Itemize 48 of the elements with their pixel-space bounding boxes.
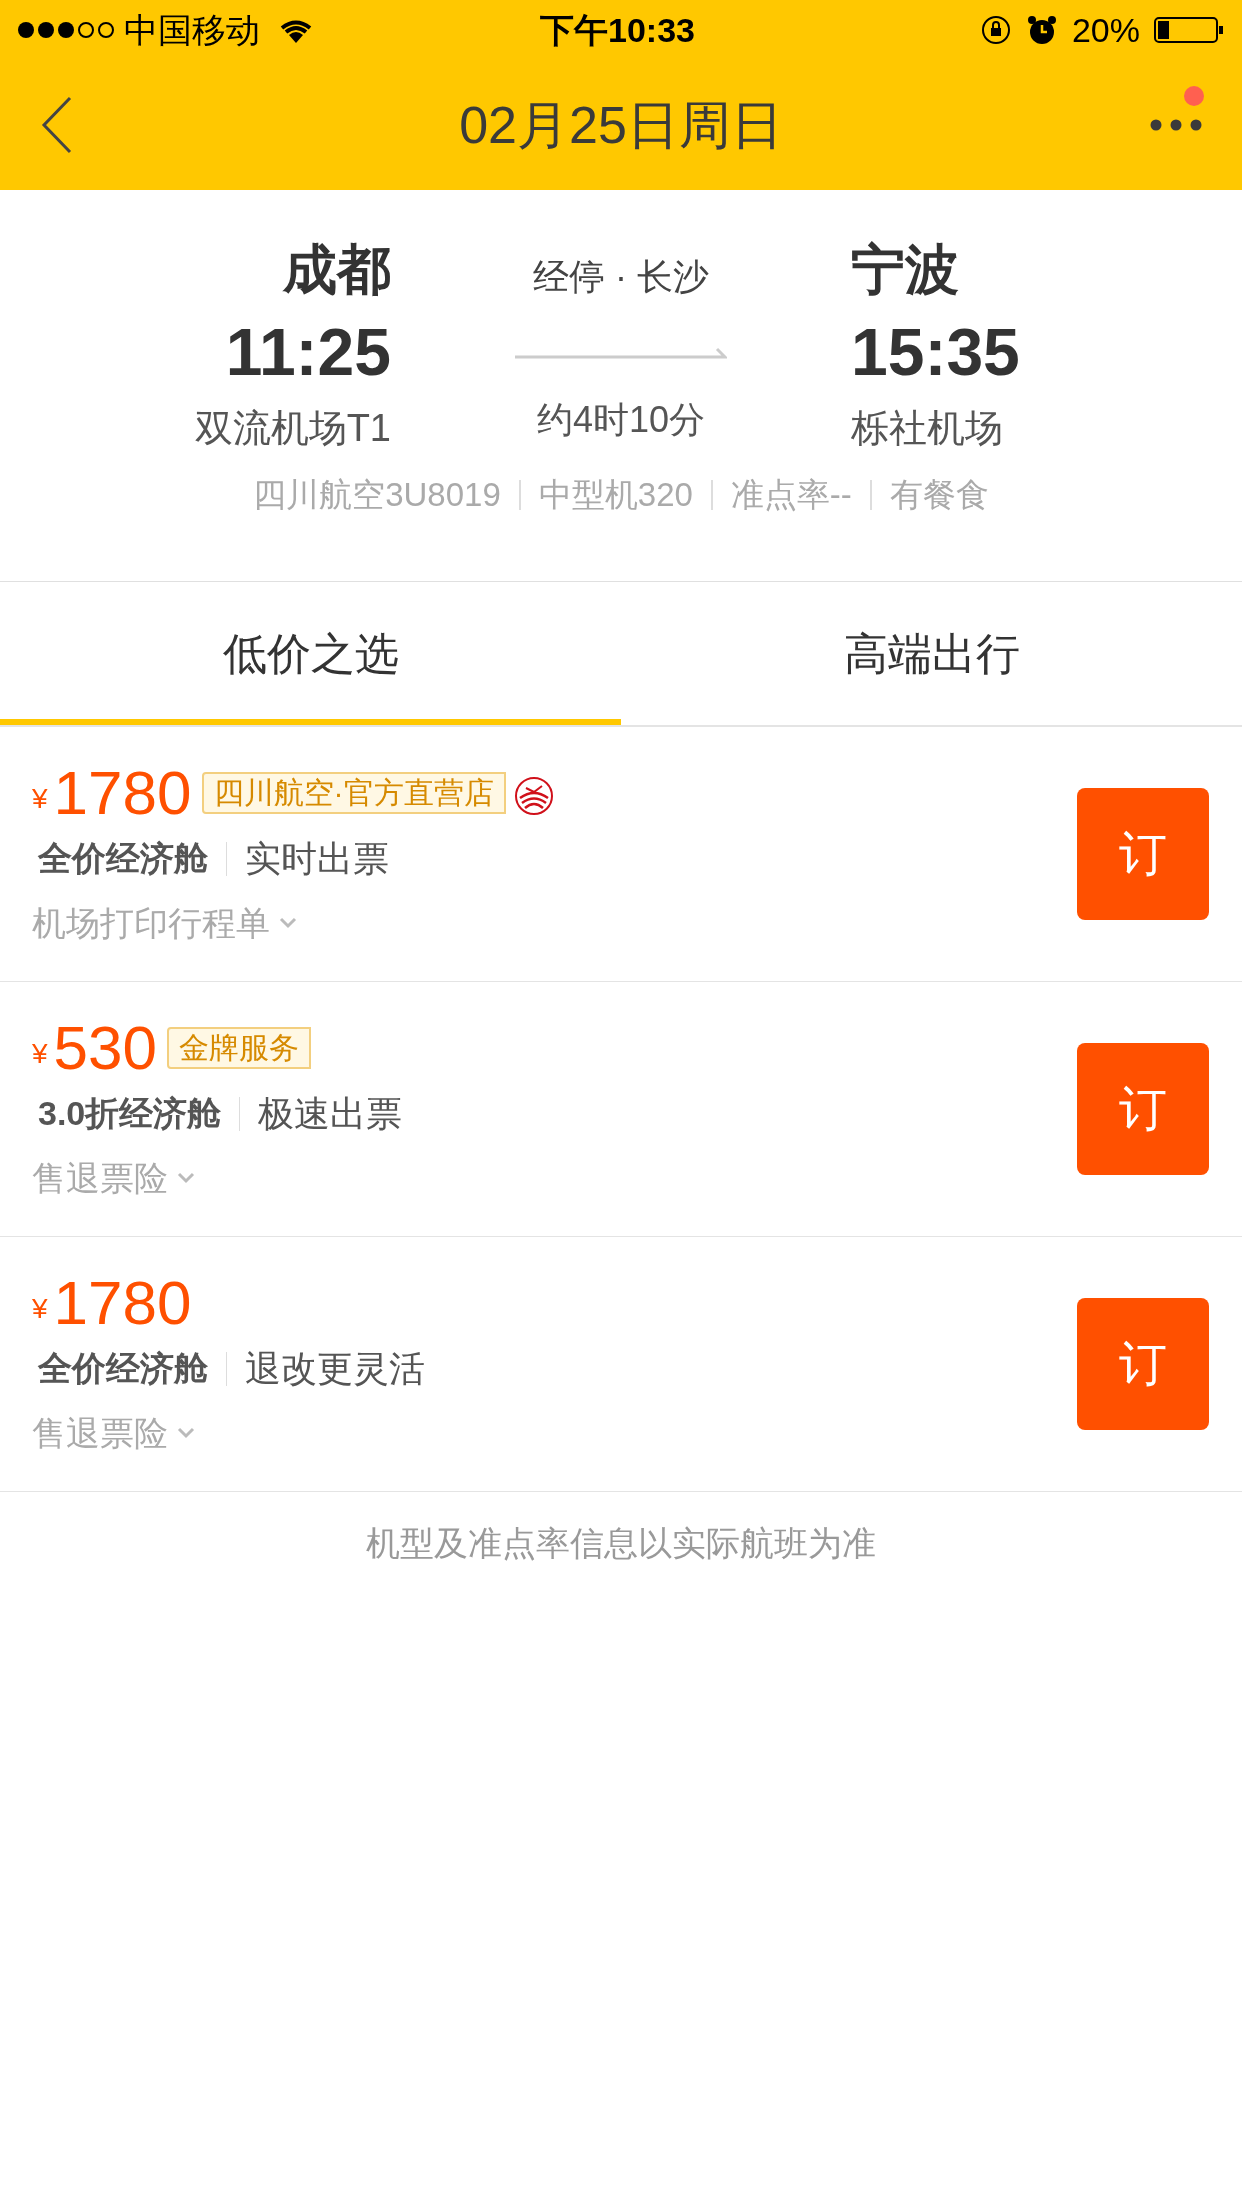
stopover-label: 经停 · 长沙 [533,255,709,299]
price: 1780 [53,1269,192,1336]
cabin-class: 全价经济舱 [38,1348,208,1389]
flight-detail: 准点率-- [730,475,852,515]
tab[interactable]: 高端出行 [621,582,1242,725]
tab[interactable]: 低价之选 [0,582,621,725]
flight-duration: 约4时10分 [536,398,706,442]
departure-city: 成都 [283,238,391,301]
service-note[interactable]: 售退票险 [32,1152,168,1204]
departure-time: 11:25 [225,314,391,391]
book-button[interactable]: 订 [1077,1298,1209,1430]
currency-symbol: ¥ [32,1291,48,1326]
offer-tag: 四川航空·官方直营店 [201,771,506,814]
ticketing-feature: 退改更灵活 [245,1346,425,1391]
arrival-airport: 栎社机场 [851,406,1003,451]
book-button[interactable]: 订 [1077,788,1209,920]
cabin-class: 全价经济舱 [38,838,208,879]
price: 530 [53,1014,158,1081]
chevron-down-icon [278,916,298,930]
clock-time: 下午10:33 [540,9,695,51]
chevron-down-icon [176,1426,196,1440]
book-button[interactable]: 订 [1077,1043,1209,1175]
battery-percentage: 20% [1071,9,1140,51]
departure-airport: 双流机场T1 [194,406,391,451]
flight-detail: 四川航空3U8019 [253,475,501,515]
offer-tag: 金牌服务 [167,1026,312,1069]
rotation-lock-icon [979,14,1012,46]
ticketing-feature: 实时出票 [245,836,389,881]
signal-icon [18,22,114,38]
carrier-name: 中国移动 [124,9,260,51]
battery-icon [1154,15,1224,45]
back-icon[interactable] [40,96,74,154]
flight-detail: 有餐食 [889,475,989,515]
currency-symbol: ¥ [32,1036,48,1071]
arrival-city: 宁波 [851,238,959,301]
ticketing-feature: 极速出票 [258,1091,403,1136]
flight-detail: 中型机320 [538,475,693,515]
header-title: 02月25日周日 [459,95,783,156]
footer-note: 机型及准点率信息以实际航班为准 [366,1523,876,1564]
cabin-class: 3.0折经济舱 [38,1093,222,1134]
chevron-down-icon [176,1171,196,1185]
service-note[interactable]: 售退票险 [32,1407,168,1459]
more-icon[interactable] [1150,119,1202,131]
arrival-time: 15:35 [851,314,1020,391]
service-note[interactable]: 机场打印行程单 [32,897,270,949]
price: 1780 [53,759,192,826]
currency-symbol: ¥ [32,781,48,816]
alarm-icon [1025,14,1058,46]
